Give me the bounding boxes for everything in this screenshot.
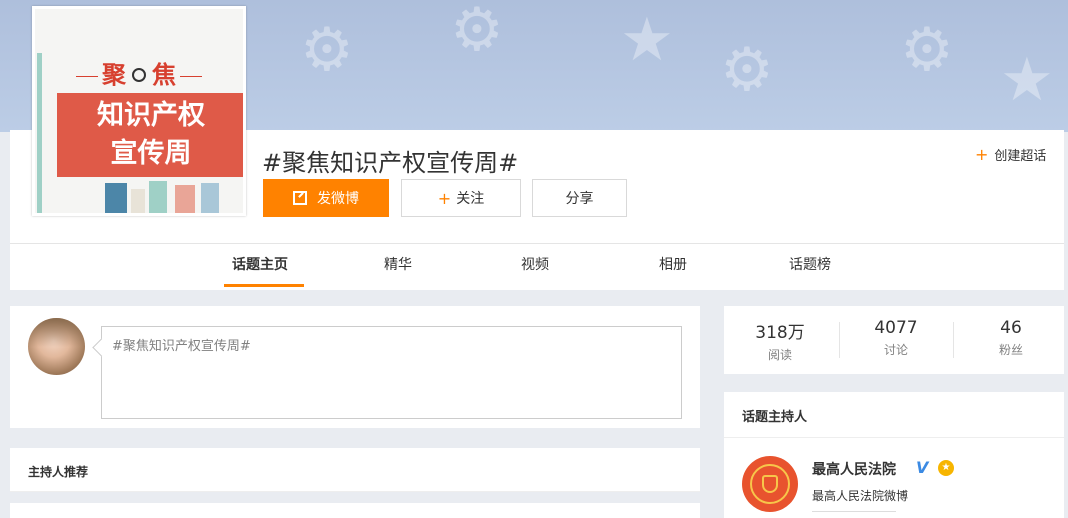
feed-card (10, 503, 700, 518)
cover-line-1: 知识产权 (97, 100, 205, 131)
plus-icon: + (975, 145, 989, 164)
topic-cover-image: 聚焦 知识产权 宣传周 (32, 6, 246, 216)
stat-discussions: 4077 讨论 (846, 318, 946, 358)
court-emblem-avatar[interactable] (742, 456, 798, 512)
stat-reads: 318万 阅读 (730, 318, 830, 363)
tab-album[interactable]: 相册 (659, 254, 687, 274)
host-section-title: 话题主持人 (742, 410, 808, 425)
host-name-link[interactable]: 最高人民法院 (812, 459, 896, 479)
stat-fans: 46 粉丝 (961, 318, 1061, 358)
follow-label: 关注 (456, 191, 485, 207)
share-button[interactable]: 分享 (532, 179, 627, 217)
host-recommend-card (10, 448, 700, 492)
post-textarea[interactable]: #聚焦知识产权宣传周# (101, 326, 682, 419)
cover-top-word: 聚焦 (35, 55, 243, 90)
gear-decoration-icon: ⚙ (300, 15, 354, 85)
divider (724, 437, 1064, 438)
tab-video[interactable]: 视频 (521, 254, 549, 274)
tab-ranking[interactable]: 话题榜 (789, 254, 831, 274)
plus-icon: + (437, 188, 452, 208)
cover-line-2: 宣传周 (110, 138, 192, 169)
active-tab-indicator (224, 284, 304, 287)
follow-button[interactable]: + 关注 (401, 179, 521, 217)
gear-decoration-icon: ⚙ (450, 0, 504, 65)
tab-featured[interactable]: 精华 (384, 254, 412, 274)
edit-icon (293, 191, 307, 205)
create-label: 创建超话 (994, 149, 1047, 164)
host-description: 最高人民法院微博 (812, 489, 909, 503)
stat-value: 318万 (755, 323, 805, 343)
verified-icon: V (916, 458, 929, 477)
stat-value: 4077 (874, 318, 918, 338)
badge-icon: ★ (938, 460, 954, 476)
target-icon (132, 67, 146, 82)
stat-value: 46 (1000, 318, 1022, 338)
cover-word-right: 焦 (152, 60, 176, 89)
stat-label: 阅读 (767, 348, 792, 362)
divider (10, 243, 1064, 244)
star-decoration-icon: ★ (1000, 45, 1054, 115)
cover-red-box: 知识产权 宣传周 (57, 93, 243, 177)
avatar[interactable] (28, 318, 85, 375)
cover-word-left: 聚 (102, 60, 126, 89)
tab-home[interactable]: 话题主页 (232, 254, 288, 274)
post-weibo-button[interactable]: 发微博 (263, 179, 389, 217)
star-decoration-icon: ★ (620, 5, 674, 75)
gear-decoration-icon: ⚙ (720, 35, 774, 105)
divider (839, 322, 840, 358)
gear-decoration-icon: ⚙ (900, 15, 954, 85)
stat-label: 粉丝 (998, 343, 1023, 357)
topic-title: #聚焦知识产权宣传周# (262, 149, 519, 177)
stat-label: 讨论 (883, 343, 908, 357)
post-label: 发微博 (317, 191, 359, 207)
share-label: 分享 (565, 191, 594, 207)
divider (953, 322, 954, 358)
divider (812, 511, 896, 512)
create-super-topic-link[interactable]: + 创建超话 (975, 145, 1046, 164)
host-recommend-title: 主持人推荐 (28, 465, 89, 479)
